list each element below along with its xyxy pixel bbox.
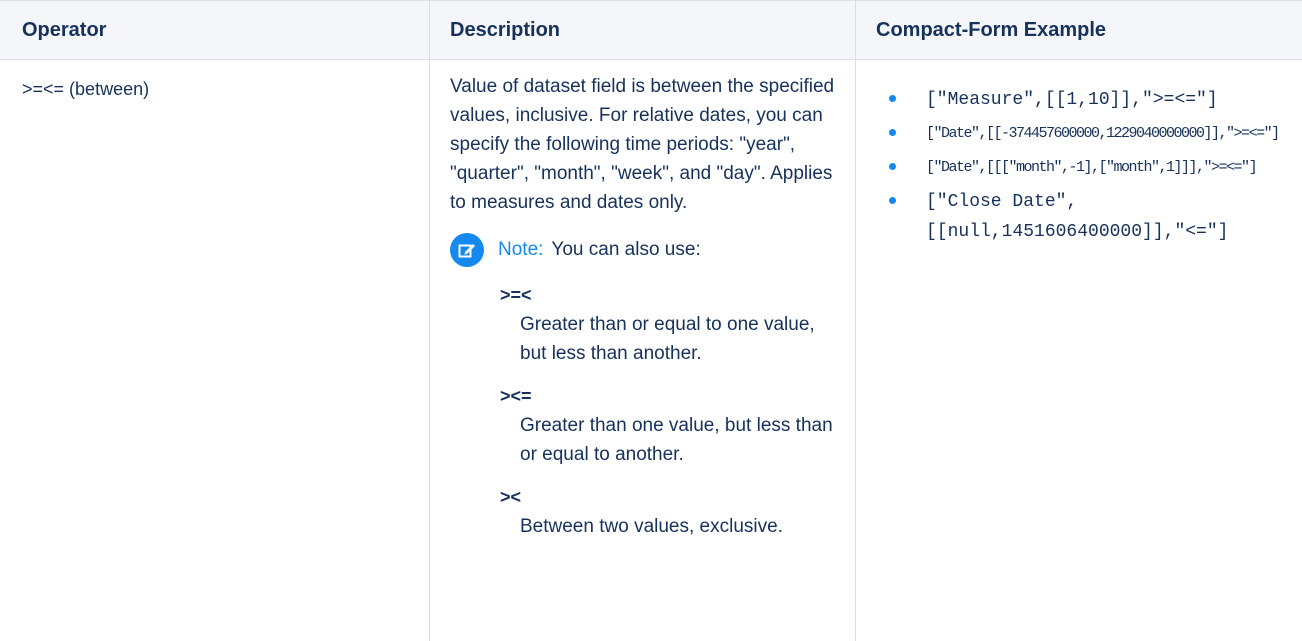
- header-example: Compact-Form Example: [876, 18, 1107, 41]
- table-header: Operator Description Compact-Form Exampl…: [0, 0, 1302, 60]
- note-term: ><: [500, 487, 522, 507]
- note-term: ><=: [500, 386, 532, 406]
- example-item: ["Date",[[-374457600000,1229040000000]],…: [876, 119, 1296, 149]
- note-label: Note:: [498, 239, 544, 260]
- note-definition: Greater than or equal to one value, but …: [520, 314, 815, 364]
- example-item: ["Measure",[[1,10]],">=<="]: [876, 85, 1296, 115]
- example-list: ["Measure",[[1,10]],">=<="] ["Date",[[-3…: [876, 85, 1296, 247]
- header-divider: [855, 0, 856, 60]
- example-item: ["Date",[[["month",-1],["month",1]]],">=…: [876, 153, 1296, 183]
- note: Note: You can also use:: [450, 233, 845, 267]
- example-item: ["Close Date", [[null,1451606400000]],"<…: [876, 187, 1296, 247]
- header-operator: Operator: [22, 18, 107, 41]
- example-cell: ["Measure",[[1,10]],">=<="] ["Date",[[-3…: [876, 85, 1296, 251]
- note-text: You can also use:: [551, 239, 701, 260]
- column-divider: [855, 60, 856, 641]
- edit-note-icon: [450, 233, 484, 267]
- description-text: Value of dataset field is between the sp…: [450, 76, 835, 213]
- note-definition: Between two values, exclusive.: [520, 516, 783, 537]
- description-cell: Value of dataset field is between the sp…: [450, 72, 845, 541]
- operator-table: Operator Description Compact-Form Exampl…: [0, 0, 1302, 641]
- note-term: >=<: [500, 285, 532, 305]
- note-definition: Greater than one value, but less than or…: [520, 415, 833, 465]
- operator-value: >=<= (between): [22, 79, 150, 99]
- header-description: Description: [450, 18, 561, 41]
- header-divider: [429, 0, 430, 60]
- operator-cell: >=<= (between): [22, 79, 149, 100]
- column-divider: [429, 60, 430, 641]
